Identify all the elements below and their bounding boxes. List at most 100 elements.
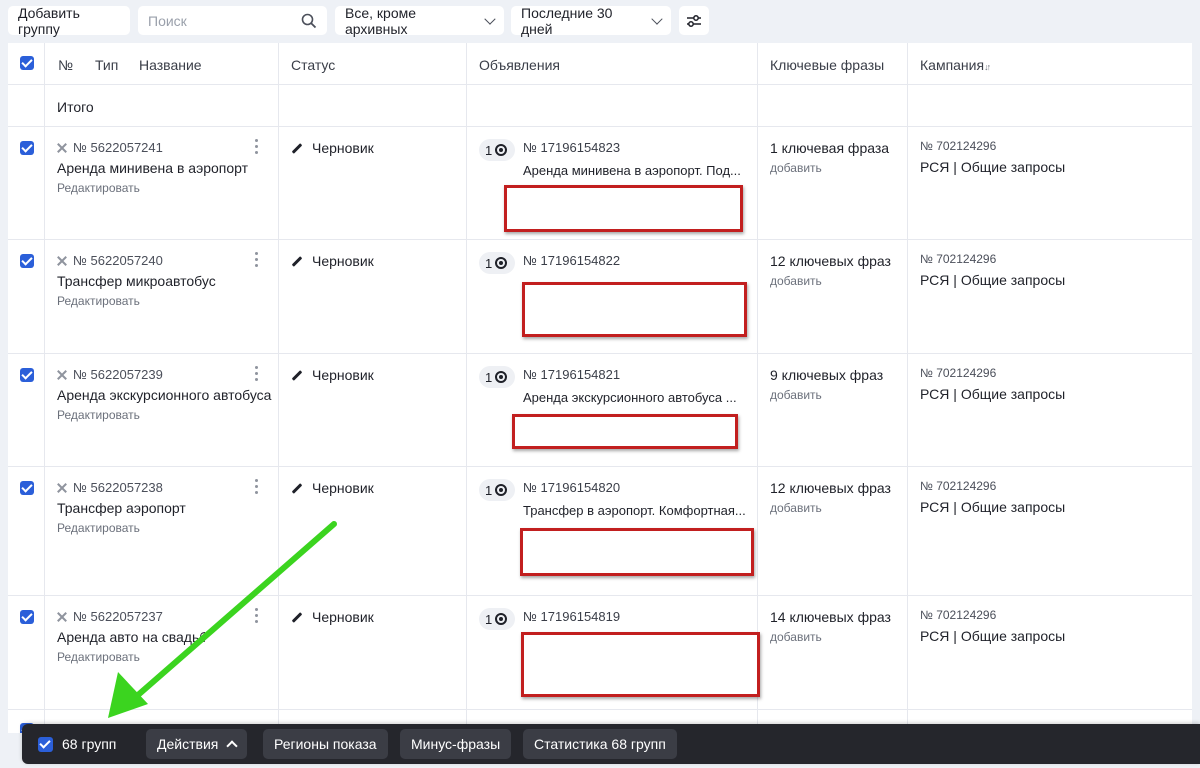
redaction-box [520,528,754,576]
search-icon [301,13,317,28]
group-name[interactable]: Трансфер микроавтобус [57,273,216,289]
status-badge: Черновик [291,367,374,383]
header-ads[interactable]: Объявления [479,57,560,73]
more-vertical-icon[interactable] [255,252,259,268]
pencil-icon [291,611,303,623]
ad-number[interactable]: № 17196154822 [523,253,620,268]
add-keywords-link[interactable]: добавить [770,274,822,288]
table-row[interactable]: № 5622057241 Аренда минивена в аэропорт … [8,127,1192,240]
keywords-count[interactable]: 1 ключевая фраза [770,140,889,156]
total-label: Итого [57,99,94,115]
selection-checkbox[interactable] [38,737,53,752]
period-select[interactable]: Последние 30 дней [511,4,671,37]
ad-number[interactable]: № 17196154821 [523,367,620,382]
group-type-icon [57,612,67,622]
group-type-icon [57,483,67,493]
group-name[interactable]: Трансфер аэропорт [57,500,186,516]
campaign-name[interactable]: РСЯ | Общие запросы [920,386,1065,402]
ad-count-badge[interactable]: 1 [479,252,515,274]
ad-preview-icon [495,257,508,269]
group-number: № 5622057237 [57,609,163,624]
more-vertical-icon[interactable] [255,366,259,382]
selected-count: 68 групп [62,736,117,752]
group-number: № 5622057241 [57,140,163,155]
header-keywords[interactable]: Ключевые фразы [770,57,884,73]
search-placeholder: Поиск [148,12,187,29]
group-type-icon [57,370,67,380]
chevron-down-icon [651,12,663,25]
redaction-box [512,414,738,449]
minus-phrases-button[interactable]: Минус-фразы [400,729,512,759]
edit-link[interactable]: Редактировать [57,181,140,195]
ad-count-badge[interactable]: 1 [479,366,515,388]
group-type-icon [57,143,67,153]
ad-title: Аренда экскурсионного автобуса ... [523,390,737,405]
campaign-number: № 702124296 [920,139,997,153]
edit-link[interactable]: Редактировать [57,294,140,308]
more-vertical-icon[interactable] [255,479,259,495]
sliders-icon [687,14,701,27]
edit-link[interactable]: Редактировать [57,408,140,422]
table-row[interactable]: № 5622057240 Трансфер микроавтобус Редак… [8,240,1192,354]
header-status[interactable]: Статус [291,57,335,73]
table-row[interactable]: № 5622057238 Трансфер аэропорт Редактиро… [8,467,1192,596]
more-vertical-icon[interactable] [255,139,259,155]
period-value: Последние 30 дней [521,4,613,37]
row-checkbox[interactable] [20,368,34,382]
ad-preview-icon [495,144,508,156]
group-name[interactable]: Аренда экскурсионного автобуса [57,387,271,403]
row-checkbox[interactable] [20,610,34,624]
archive-filter-value: Все, кроме архивных [345,4,417,37]
statistics-button[interactable]: Статистика 68 групп [523,729,677,759]
campaign-name[interactable]: РСЯ | Общие запросы [920,159,1065,175]
pencil-icon [291,142,303,154]
add-keywords-link[interactable]: добавить [770,161,822,175]
ad-count-badge[interactable]: 1 [479,479,515,501]
campaign-number: № 702124296 [920,252,997,266]
header-name[interactable]: Название [139,57,202,73]
ad-count-badge[interactable]: 1 [479,608,515,630]
campaign-name[interactable]: РСЯ | Общие запросы [920,499,1065,515]
column-settings-button[interactable] [679,6,709,35]
group-name[interactable]: Аренда авто на свадьбу [57,629,205,645]
add-keywords-link[interactable]: добавить [770,630,822,644]
regions-button[interactable]: Регионы показа [263,729,388,759]
ad-number[interactable]: № 17196154823 [523,140,620,155]
ad-number[interactable]: № 17196154819 [523,609,620,624]
row-checkbox[interactable] [20,481,34,495]
table-row[interactable]: № 5622057237 Аренда авто на свадьбу Реда… [8,596,1192,710]
add-keywords-link[interactable]: добавить [770,388,822,402]
keywords-count[interactable]: 12 ключевых фраз [770,253,891,269]
keywords-count[interactable]: 12 ключевых фраз [770,480,891,496]
campaign-name[interactable]: РСЯ | Общие запросы [920,272,1065,288]
add-group-button[interactable]: Добавить группу [8,5,130,37]
chevron-up-icon [226,740,239,752]
row-checkbox[interactable] [20,254,34,268]
search-input[interactable]: Поиск [138,6,327,35]
status-badge: Черновик [291,609,374,625]
archive-filter-select[interactable]: Все, кроме архивных [335,4,504,37]
row-checkbox[interactable] [20,141,34,155]
pencil-icon [291,369,303,381]
edit-link[interactable]: Редактировать [57,521,140,535]
ad-preview-icon [495,371,508,383]
edit-link[interactable]: Редактировать [57,650,140,664]
select-all-checkbox[interactable] [20,56,34,70]
group-number: № 5622057238 [57,480,163,495]
status-badge: Черновик [291,253,374,269]
keywords-count[interactable]: 14 ключевых фраз [770,609,891,625]
ad-count-badge[interactable]: 1 [479,139,515,161]
ad-number[interactable]: № 17196154820 [523,480,620,495]
table-header: № Тип Название Статус Объявления Ключевы… [8,43,1192,85]
campaign-number: № 702124296 [920,479,997,493]
header-campaign[interactable]: Кампания↓↑ [920,57,991,73]
add-keywords-link[interactable]: добавить [770,501,822,515]
more-vertical-icon[interactable] [255,608,259,624]
group-number: № 5622057239 [57,367,163,382]
keywords-count[interactable]: 9 ключевых фраз [770,367,883,383]
table-row[interactable]: № 5622057239 Аренда экскурсионного автоб… [8,354,1192,467]
group-name[interactable]: Аренда минивена в аэропорт [57,160,248,176]
pencil-icon [291,482,303,494]
campaign-name[interactable]: РСЯ | Общие запросы [920,628,1065,644]
actions-button[interactable]: Действия [146,729,248,759]
